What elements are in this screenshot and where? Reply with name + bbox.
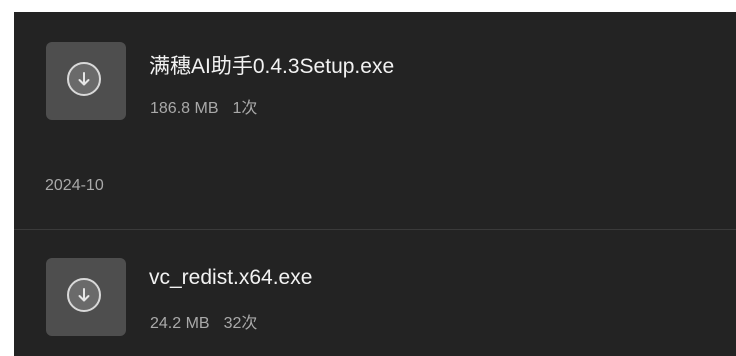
download-icon <box>67 62 101 96</box>
file-tile[interactable] <box>46 42 126 120</box>
file-meta: 186.8 MB 1次 <box>150 94 257 118</box>
file-tile[interactable] <box>46 258 126 336</box>
divider <box>14 229 736 230</box>
date-group-header: 2024-10 <box>45 177 104 194</box>
download-item[interactable]: vc_redist.x64.exe 24.2 MB 32次 <box>14 232 736 342</box>
download-count: 1次 <box>232 100 258 117</box>
downloads-panel: 满穗AI助手0.4.3Setup.exe 186.8 MB 1次 2024-10 … <box>14 12 736 356</box>
download-icon <box>67 278 101 312</box>
file-name[interactable]: 满穗AI助手0.4.3Setup.exe <box>149 50 394 80</box>
download-item[interactable]: 满穗AI助手0.4.3Setup.exe 186.8 MB 1次 <box>14 12 736 122</box>
file-size: 24.2 MB <box>150 315 210 332</box>
file-meta: 24.2 MB 32次 <box>150 309 257 333</box>
file-name[interactable]: vc_redist.x64.exe <box>149 266 312 290</box>
file-size: 186.8 MB <box>150 100 219 117</box>
download-count: 32次 <box>223 315 258 332</box>
